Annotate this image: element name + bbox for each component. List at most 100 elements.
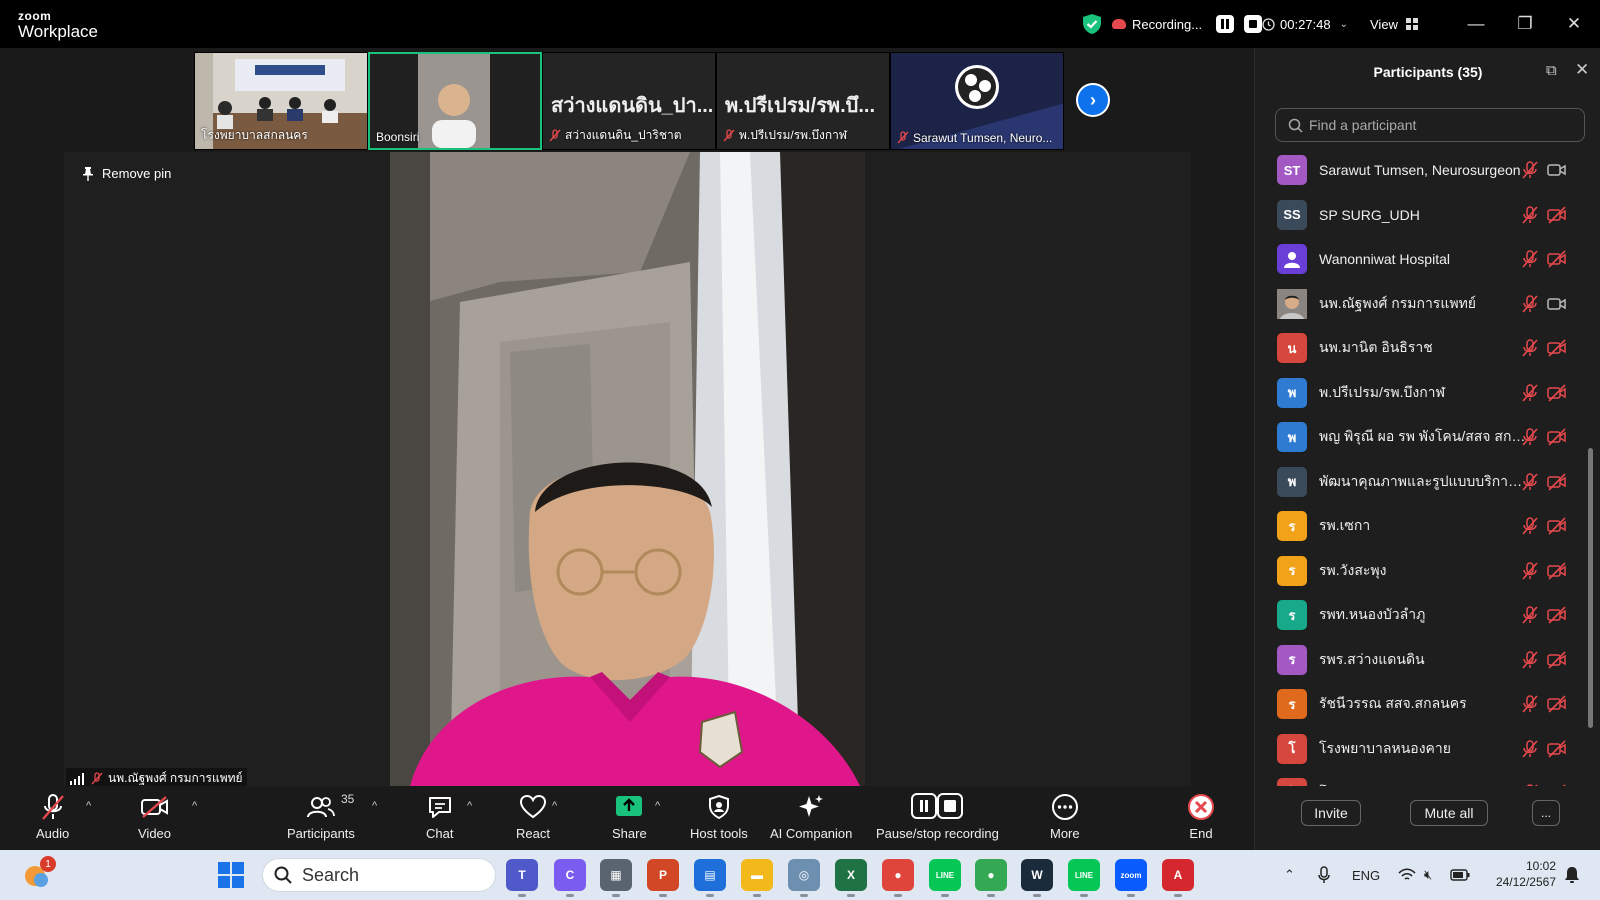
- video-button[interactable]: Video: [138, 790, 171, 841]
- mic-muted-icon[interactable]: [1520, 427, 1540, 447]
- wifi-app-icon[interactable]: ◎: [788, 859, 820, 897]
- mic-muted-icon[interactable]: [1520, 472, 1540, 492]
- copilot-icon[interactable]: C: [554, 859, 586, 897]
- camera-off-icon[interactable]: [1547, 739, 1567, 759]
- mic-muted-icon[interactable]: [1520, 605, 1540, 625]
- react-button[interactable]: React: [516, 790, 550, 841]
- camera-off-icon[interactable]: [1547, 205, 1567, 225]
- audio-button[interactable]: Audio: [36, 790, 69, 841]
- participant-row[interactable]: พ พ.ปรีเปรม/รพ.บึงกาฬ: [1277, 371, 1577, 415]
- participant-row[interactable]: น นพ.มานิต อินธิราช: [1277, 326, 1577, 370]
- thumbnail-logo[interactable]: Sarawut Tumsen, Neuro...: [890, 52, 1064, 150]
- participant-row[interactable]: ร รัชนีวรรณ สสจ.สกลนคร: [1277, 682, 1577, 726]
- participant-row[interactable]: นพ.ณัฐพงศ์ กรมการแพทย์: [1277, 282, 1577, 326]
- thumbnail-active-speaker[interactable]: Boonsiri: [368, 52, 542, 150]
- camera-off-icon[interactable]: [1547, 694, 1567, 714]
- battery-icon[interactable]: [1450, 850, 1470, 900]
- widgets-button[interactable]: 1: [22, 856, 56, 890]
- microphone-tray-icon[interactable]: [1318, 850, 1330, 900]
- participant-row[interactable]: ร รพท.หนองบัวลำภู: [1277, 593, 1577, 637]
- excel-icon[interactable]: X: [835, 859, 867, 897]
- ai-companion-button[interactable]: AI Companion: [770, 790, 852, 841]
- video-options-caret[interactable]: ^: [192, 800, 197, 812]
- participant-row[interactable]: ST Sarawut Tumsen, Neurosurgeon: [1277, 148, 1577, 192]
- next-page-arrow-button[interactable]: ›: [1076, 83, 1110, 117]
- calendar-icon[interactable]: ▤: [694, 859, 726, 897]
- camera-off-icon[interactable]: [1547, 783, 1567, 786]
- notification-bell-icon[interactable]: [1564, 850, 1580, 900]
- participant-row[interactable]: Wanonniwat Hospital: [1277, 237, 1577, 281]
- mic-muted-icon[interactable]: [1520, 739, 1540, 759]
- react-options-caret[interactable]: ^: [552, 800, 557, 812]
- mic-muted-icon[interactable]: [1520, 650, 1540, 670]
- language-indicator[interactable]: ENG: [1352, 850, 1380, 900]
- taskbar-clock[interactable]: 10:02 24/12/2567: [1488, 858, 1556, 890]
- mic-muted-icon[interactable]: [1520, 383, 1540, 403]
- camera-off-icon[interactable]: [1547, 383, 1567, 403]
- file-explorer-icon[interactable]: ▬: [741, 859, 773, 897]
- line-icon[interactable]: LINE: [929, 859, 961, 897]
- start-button[interactable]: [218, 862, 244, 888]
- mic-muted-icon[interactable]: [1520, 516, 1540, 536]
- chat-options-caret[interactable]: ^: [467, 800, 472, 812]
- host-tools-button[interactable]: Host tools: [690, 790, 748, 841]
- show-hidden-icons-button[interactable]: ⌃: [1284, 850, 1295, 900]
- mic-muted-icon[interactable]: [1520, 694, 1540, 714]
- invite-button[interactable]: Invite: [1301, 800, 1361, 826]
- view-button[interactable]: View: [1370, 0, 1418, 48]
- pause-stop-recording-button[interactable]: Pause/stop recording: [876, 790, 999, 841]
- mic-muted-icon[interactable]: [1520, 249, 1540, 269]
- camera-off-icon[interactable]: [1547, 249, 1567, 269]
- more-options-button[interactable]: ...: [1532, 800, 1560, 826]
- powerpoint-icon[interactable]: P: [647, 859, 679, 897]
- close-panel-icon[interactable]: ✕: [1575, 60, 1589, 80]
- meeting-timer[interactable]: 00:27:48 ⌄: [1262, 0, 1348, 48]
- camera-off-icon[interactable]: [1547, 605, 1567, 625]
- chrome-icon[interactable]: ●: [882, 859, 914, 897]
- participant-row[interactable]: ร รพ.วังสะพุง: [1277, 549, 1577, 593]
- participant-row[interactable]: ร รพ.เซกา: [1277, 504, 1577, 548]
- mic-muted-icon[interactable]: [1520, 160, 1540, 180]
- thumbnail-name-only[interactable]: พ.ปรีเปรม/รพ.บึ... พ.ปรีเปรม/รพ.บึงกาฬ: [716, 52, 890, 150]
- participants-button[interactable]: 35 Participants: [287, 790, 355, 841]
- share-options-caret[interactable]: ^: [655, 800, 660, 812]
- remove-pin-button[interactable]: Remove pin: [82, 166, 171, 181]
- share-button[interactable]: Share: [612, 790, 647, 841]
- popout-icon[interactable]: ⧉: [1546, 62, 1557, 79]
- participant-row[interactable]: โโรงพยาบาลหนองคาย: [1277, 771, 1577, 786]
- camera-off-icon[interactable]: [1547, 516, 1567, 536]
- thumbnail-name-only[interactable]: สว่างแดนดิน_ปา... สว่างแดนดิน_ปาริชาต: [542, 52, 716, 150]
- find-participant-search[interactable]: [1275, 108, 1585, 142]
- wifi-icon[interactable]: [1398, 850, 1416, 900]
- participant-list-scrollbar[interactable]: [1588, 448, 1593, 728]
- end-meeting-button[interactable]: End: [1187, 790, 1215, 841]
- minimize-button[interactable]: —: [1462, 10, 1490, 38]
- taskbar-search[interactable]: Search: [262, 858, 496, 892]
- teams-icon[interactable]: T: [506, 859, 538, 897]
- webex-icon[interactable]: W: [1021, 859, 1053, 897]
- participants-options-caret[interactable]: ^: [372, 800, 377, 812]
- chat-button[interactable]: Chat: [426, 790, 453, 841]
- mic-muted-icon[interactable]: [1520, 294, 1540, 314]
- mic-muted-icon[interactable]: [1520, 338, 1540, 358]
- participant-row[interactable]: พ พญ พิรุณี ผอ รพ พังโคน/สสจ สกลน...: [1277, 415, 1577, 459]
- mic-muted-icon[interactable]: [1520, 783, 1540, 786]
- audio-options-caret[interactable]: ^: [86, 800, 91, 812]
- restore-button[interactable]: ❐: [1511, 10, 1539, 38]
- mute-all-button[interactable]: Mute all: [1410, 800, 1488, 826]
- camera-off-icon[interactable]: [1547, 427, 1567, 447]
- encryption-shield-icon[interactable]: [1081, 13, 1103, 35]
- speaker-muted-icon[interactable]: 🔇︎: [1424, 850, 1432, 900]
- camera-off-icon[interactable]: [1547, 338, 1567, 358]
- acrobat-icon[interactable]: A: [1162, 859, 1194, 897]
- pause-recording-button[interactable]: [1216, 15, 1235, 33]
- calculator-icon[interactable]: ▦: [600, 859, 632, 897]
- participant-row[interactable]: โโรงพยาบาลหนองคาย: [1277, 727, 1577, 771]
- mic-muted-icon[interactable]: [1520, 205, 1540, 225]
- thumbnail-room[interactable]: โรงพยาบาลสกลนคร: [194, 52, 368, 150]
- participant-row[interactable]: พ พัฒนาคุณภาพและรูปแบบบริการ สส...: [1277, 460, 1577, 504]
- more-button[interactable]: More: [1050, 790, 1080, 841]
- zoom-icon[interactable]: zoom: [1115, 859, 1147, 897]
- chrome-profile-icon[interactable]: ●: [975, 859, 1007, 897]
- camera-off-icon[interactable]: [1547, 650, 1567, 670]
